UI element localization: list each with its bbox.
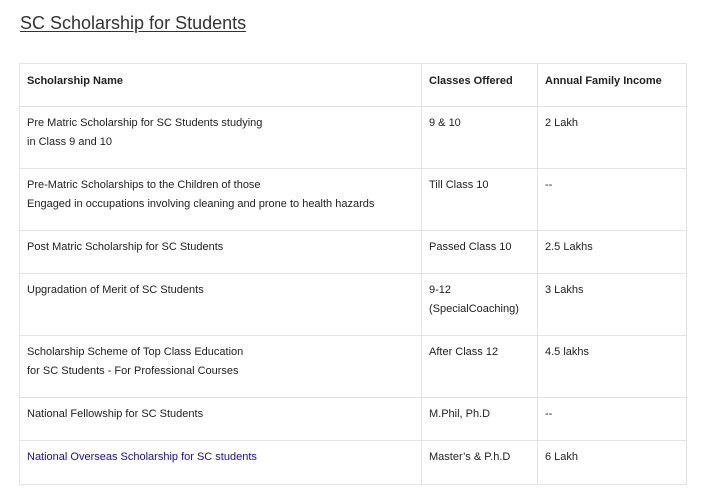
cell-text-line: M.Phil, Ph.D xyxy=(429,408,491,420)
cell-classes-offered: Till Class 10 xyxy=(421,168,538,231)
cell-text-line: Pre-Matric Scholarships to the Children … xyxy=(27,179,261,191)
cell-classes-offered: Master’s & P.h.D xyxy=(421,440,538,485)
cell-text-line: for SC Students - For Professional Cours… xyxy=(27,365,239,377)
cell-annual-income: 2 Lakh xyxy=(537,106,687,169)
cell-text-line: National Fellowship for SC Students xyxy=(27,408,204,420)
cell-text-line: Scholarship Scheme of Top Class Educatio… xyxy=(27,346,244,358)
table-row: National Fellowship for SC Students M.Ph… xyxy=(19,397,687,441)
cell-classes-offered: 9 & 10 xyxy=(421,106,538,169)
table-row: National Overseas Scholarship for SC stu… xyxy=(19,440,687,485)
cell-text-line: (SpecialCoaching) xyxy=(429,303,519,315)
table-row: Post Matric Scholarship for SC Students … xyxy=(19,230,687,274)
cell-classes-offered: 9-12 (SpecialCoaching) xyxy=(421,273,538,336)
cell-classes-offered: After Class 12 xyxy=(421,335,538,398)
cell-annual-income: 4.5 lakhs xyxy=(537,335,687,398)
table-row: Upgradation of Merit of SC Students 9-12… xyxy=(19,273,687,336)
cell-scholarship-name: National Fellowship for SC Students xyxy=(19,397,422,441)
cell-scholarship-name: Scholarship Scheme of Top Class Educatio… xyxy=(19,335,422,398)
cell-annual-income: 2.5 Lakhs xyxy=(537,230,687,274)
cell-text-line: After Class 12 xyxy=(429,346,499,358)
cell-text-line: Pre Matric Scholarship for SC Students s… xyxy=(27,117,263,129)
cell-classes-offered: Passed Class 10 xyxy=(421,230,538,274)
cell-scholarship-name: Upgradation of Merit of SC Students xyxy=(19,273,422,336)
cell-text-line: Post Matric Scholarship for SC Students xyxy=(27,241,224,253)
cell-text-line: Passed Class 10 xyxy=(429,241,512,253)
table-row: Scholarship Scheme of Top Class Educatio… xyxy=(19,335,687,398)
header-annual-family-income: Annual Family Income xyxy=(537,63,687,107)
cell-scholarship-name: Pre-Matric Scholarships to the Children … xyxy=(19,168,422,231)
header-classes-offered: Classes Offered xyxy=(421,63,538,107)
cell-text-line: Till Class 10 xyxy=(429,179,489,191)
cell-scholarship-name: National Overseas Scholarship for SC stu… xyxy=(19,440,422,485)
cell-text-line: Engaged in occupations involving cleanin… xyxy=(27,198,375,210)
cell-scholarship-name: Pre Matric Scholarship for SC Students s… xyxy=(19,106,422,169)
national-overseas-scholarship-link[interactable]: National Overseas Scholarship for SC stu… xyxy=(27,448,414,467)
scholarship-table-container: Scholarship Name Classes Offered Annual … xyxy=(19,63,687,485)
cell-text-line: 9-12 xyxy=(429,284,452,296)
table-row: Pre Matric Scholarship for SC Students s… xyxy=(19,106,687,169)
table-row: Pre-Matric Scholarships to the Children … xyxy=(19,168,687,231)
cell-text-line: Master’s & P.h.D xyxy=(429,451,511,463)
cell-text-line: Upgradation of Merit of SC Students xyxy=(27,284,204,296)
cell-annual-income: 3 Lakhs xyxy=(537,273,687,336)
table-header-row: Scholarship Name Classes Offered Annual … xyxy=(19,63,687,107)
scholarship-table: Scholarship Name Classes Offered Annual … xyxy=(19,63,687,485)
header-scholarship-name: Scholarship Name xyxy=(19,63,422,107)
cell-annual-income: -- xyxy=(537,168,687,231)
cell-annual-income: -- xyxy=(537,397,687,441)
cell-text-line: in Class 9 and 10 xyxy=(27,136,112,148)
cell-annual-income: 6 Lakh xyxy=(537,440,687,485)
cell-text-line: 9 & 10 xyxy=(429,117,461,129)
cell-classes-offered: M.Phil, Ph.D xyxy=(421,397,538,441)
cell-scholarship-name: Post Matric Scholarship for SC Students xyxy=(19,230,422,274)
page-title: SC Scholarship for Students xyxy=(20,13,247,33)
